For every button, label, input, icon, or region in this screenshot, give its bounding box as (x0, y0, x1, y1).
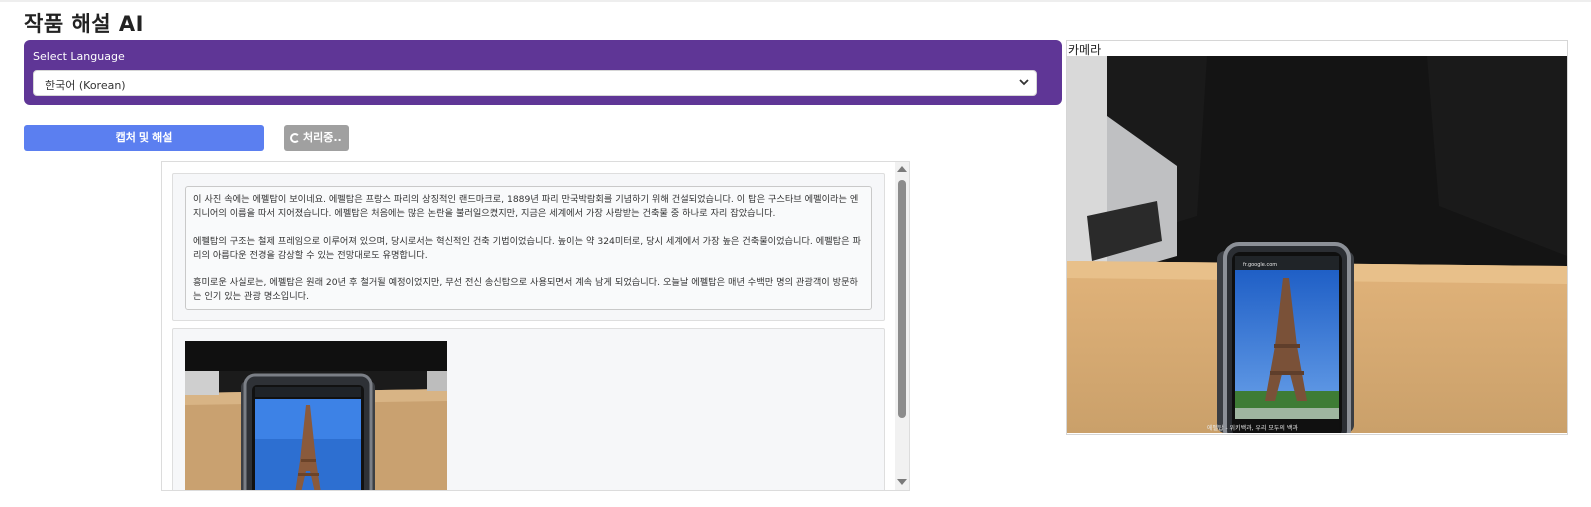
explanation-card: 이 사진 속에는 에펠탑이 보이네요. 에펠탑은 프랑스 파리의 상징적인 랜드… (172, 173, 885, 321)
camera-panel: 카메라 fr.google.com 에펠탑 - 위키백과, 우리 모두의 백과 (1066, 40, 1568, 435)
language-select[interactable]: 한국어 (Korean) (33, 70, 1037, 96)
processing-button: 처리중.. (284, 125, 349, 151)
language-panel: Select Language 한국어 (Korean) (24, 40, 1062, 105)
page-title: 작품 해설 AI (24, 12, 144, 36)
results-panel[interactable]: 이 사진 속에는 에펠탑이 보이네요. 에펠탑은 프랑스 파리의 상징적인 랜드… (161, 161, 910, 491)
explanation-paragraph-3: 흥미로운 사실로는, 에펠탑은 원래 20년 후 철거될 예정이었지만, 무선 … (193, 277, 859, 302)
captured-image (185, 341, 447, 490)
results-scrollbar[interactable] (895, 162, 909, 490)
explanation-paragraph-2: 에펠탑의 구조는 철제 프레임으로 이루어져 있으며, 당시로서는 혁신적인 건… (193, 235, 861, 261)
capture-explain-button[interactable]: 캡처 및 해설 (24, 125, 264, 151)
captured-image-card (172, 328, 885, 490)
language-selected-value: 한국어 (Korean) (45, 79, 126, 92)
phone-url-text: fr.google.com (1243, 262, 1277, 268)
scroll-down-arrow-icon[interactable] (897, 479, 907, 485)
explanation-text: 이 사진 속에는 에펠탑이 보이네요. 에펠탑은 프랑스 파리의 상징적인 랜드… (185, 186, 872, 310)
language-label: Select Language (33, 50, 125, 63)
top-divider (0, 0, 1591, 2)
phone-caption-text: 에펠탑 - 위키백과, 우리 모두의 백과 (1207, 424, 1298, 432)
chevron-down-icon (1019, 79, 1029, 86)
explanation-paragraph-1: 이 사진 속에는 에펠탑이 보이네요. 에펠탑은 프랑스 파리의 상징적인 랜드… (193, 194, 859, 219)
camera-feed: fr.google.com 에펠탑 - 위키백과, 우리 모두의 백과 (1067, 56, 1567, 433)
spinner-icon (290, 133, 300, 143)
processing-label: 처리중.. (303, 131, 342, 144)
scroll-up-arrow-icon[interactable] (897, 166, 907, 172)
scrollbar-thumb[interactable] (898, 180, 906, 418)
